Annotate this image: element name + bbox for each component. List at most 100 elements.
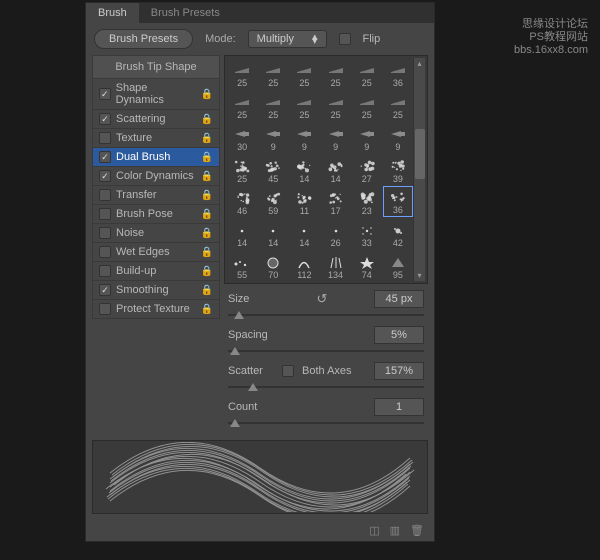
count-value[interactable]: 1 <box>374 398 424 416</box>
option-shape-dynamics[interactable]: ✓Shape Dynamics🔒 <box>92 78 220 110</box>
brush-thumb[interactable]: 9 <box>258 122 288 153</box>
flip-checkbox[interactable] <box>339 33 351 45</box>
size-value[interactable]: 45 px <box>374 290 424 308</box>
scatter-value[interactable]: 157% <box>374 362 424 380</box>
option-wet-edges[interactable]: Wet Edges🔒 <box>92 242 220 262</box>
option-transfer[interactable]: Transfer🔒 <box>92 185 220 205</box>
brush-presets-button[interactable]: Brush Presets <box>94 29 193 49</box>
lock-icon[interactable]: 🔒 <box>201 114 213 125</box>
option-brush-pose[interactable]: Brush Pose🔒 <box>92 204 220 224</box>
option-noise[interactable]: Noise🔒 <box>92 223 220 243</box>
checkbox[interactable] <box>99 189 111 201</box>
brush-thumb[interactable]: 30 <box>227 122 257 153</box>
brush-thumb[interactable]: 70 <box>258 250 288 281</box>
checkbox[interactable] <box>99 303 111 315</box>
brush-thumb[interactable]: 46 <box>227 186 257 217</box>
tab-brush[interactable]: Brush <box>86 3 139 23</box>
brush-thumb[interactable]: 25 <box>227 58 257 89</box>
brush-thumb[interactable]: 26 <box>320 218 350 249</box>
reset-size-icon[interactable]: ↺ <box>317 291 328 307</box>
spacing-value[interactable]: 5% <box>374 326 424 344</box>
brush-thumb[interactable]: 55 <box>227 250 257 281</box>
lock-icon[interactable]: 🔒 <box>201 89 213 100</box>
brush-thumb[interactable]: 25 <box>352 58 382 89</box>
checkbox[interactable]: ✓ <box>99 284 111 296</box>
brush-thumb[interactable]: 25 <box>258 90 288 121</box>
brush-thumb[interactable]: 25 <box>227 90 257 121</box>
brush-thumb[interactable]: 14 <box>289 154 319 185</box>
lock-icon[interactable]: 🔒 <box>201 304 213 315</box>
mode-select[interactable]: Multiply▴▾ <box>248 30 327 48</box>
brush-thumb[interactable]: 9 <box>383 122 413 153</box>
brush-thumb[interactable]: 9 <box>352 122 382 153</box>
lock-icon[interactable]: 🔒 <box>201 190 213 201</box>
size-slider[interactable] <box>228 310 424 320</box>
brush-thumb[interactable]: 14 <box>289 218 319 249</box>
option-dual-brush[interactable]: ✓Dual Brush🔒 <box>92 147 220 167</box>
checkbox[interactable] <box>99 265 111 277</box>
checkbox[interactable] <box>99 246 111 258</box>
brush-thumb[interactable]: 25 <box>383 90 413 121</box>
checkbox[interactable]: ✓ <box>99 113 111 125</box>
lock-icon[interactable]: 🔒 <box>201 266 213 277</box>
brush-thumb[interactable]: 17 <box>320 186 350 217</box>
brush-thumb[interactable]: 33 <box>352 218 382 249</box>
brush-tip-shape-header[interactable]: Brush Tip Shape <box>92 55 220 79</box>
lock-icon[interactable]: 🔒 <box>201 285 213 296</box>
brush-thumb[interactable]: 25 <box>227 154 257 185</box>
checkbox[interactable] <box>99 132 111 144</box>
brush-thumb[interactable]: 25 <box>258 58 288 89</box>
brush-thumb[interactable]: 25 <box>289 58 319 89</box>
brush-thumb[interactable]: 27 <box>352 154 382 185</box>
brush-thumb[interactable]: 112 <box>289 250 319 281</box>
scatter-slider[interactable] <box>228 382 424 392</box>
lock-icon[interactable]: 🔒 <box>201 133 213 144</box>
new-brush-icon[interactable]: ▥ <box>390 524 400 537</box>
option-protect-texture[interactable]: Protect Texture🔒 <box>92 299 220 319</box>
brush-thumb[interactable]: 59 <box>258 186 288 217</box>
brush-thumb[interactable]: 25 <box>352 90 382 121</box>
brush-thumb[interactable]: 25 <box>289 90 319 121</box>
brush-thumb[interactable]: 9 <box>320 122 350 153</box>
checkbox[interactable] <box>99 227 111 239</box>
brush-thumb[interactable]: 134 <box>320 250 350 281</box>
brush-thumb[interactable]: 36 <box>383 58 413 89</box>
brush-thumb[interactable]: 42 <box>383 218 413 249</box>
both-axes-checkbox[interactable] <box>282 365 294 377</box>
brush-preview <box>92 440 428 514</box>
brush-thumb[interactable]: 11 <box>289 186 319 217</box>
trash-icon[interactable]: 🗑 <box>410 524 424 537</box>
option-build-up[interactable]: Build-up🔒 <box>92 261 220 281</box>
tab-brush-presets[interactable]: Brush Presets <box>139 3 232 23</box>
lock-icon[interactable]: 🔒 <box>201 228 213 239</box>
brush-thumb[interactable]: 25 <box>320 90 350 121</box>
checkbox[interactable]: ✓ <box>99 88 111 100</box>
brush-thumb[interactable]: 14 <box>320 154 350 185</box>
brush-thumb[interactable]: 9 <box>289 122 319 153</box>
brush-thumb[interactable]: 95 <box>383 250 413 281</box>
grid-scrollbar[interactable]: ▴ ▾ <box>413 58 425 281</box>
checkbox[interactable]: ✓ <box>99 151 111 163</box>
brush-thumb[interactable]: 23 <box>352 186 382 217</box>
brush-thumb[interactable]: 14 <box>258 218 288 249</box>
toggle-preview-icon[interactable]: ◫ <box>369 524 379 537</box>
option-color-dynamics[interactable]: ✓Color Dynamics🔒 <box>92 166 220 186</box>
brush-thumb[interactable]: 74 <box>352 250 382 281</box>
brush-thumb[interactable]: 39 <box>383 154 413 185</box>
count-slider[interactable] <box>228 418 424 428</box>
lock-icon[interactable]: 🔒 <box>201 171 213 182</box>
option-smoothing[interactable]: ✓Smoothing🔒 <box>92 280 220 300</box>
spacing-slider[interactable] <box>228 346 424 356</box>
brush-thumb[interactable]: 45 <box>258 154 288 185</box>
lock-icon[interactable]: 🔒 <box>201 152 213 163</box>
brush-thumb[interactable]: 36 <box>383 186 413 217</box>
checkbox[interactable]: ✓ <box>99 170 111 182</box>
brush-size-label: 25 <box>237 110 247 120</box>
lock-icon[interactable]: 🔒 <box>201 209 213 220</box>
option-texture[interactable]: Texture🔒 <box>92 128 220 148</box>
checkbox[interactable] <box>99 208 111 220</box>
brush-thumb[interactable]: 25 <box>320 58 350 89</box>
option-scattering[interactable]: ✓Scattering🔒 <box>92 109 220 129</box>
lock-icon[interactable]: 🔒 <box>201 247 213 258</box>
brush-thumb[interactable]: 14 <box>227 218 257 249</box>
